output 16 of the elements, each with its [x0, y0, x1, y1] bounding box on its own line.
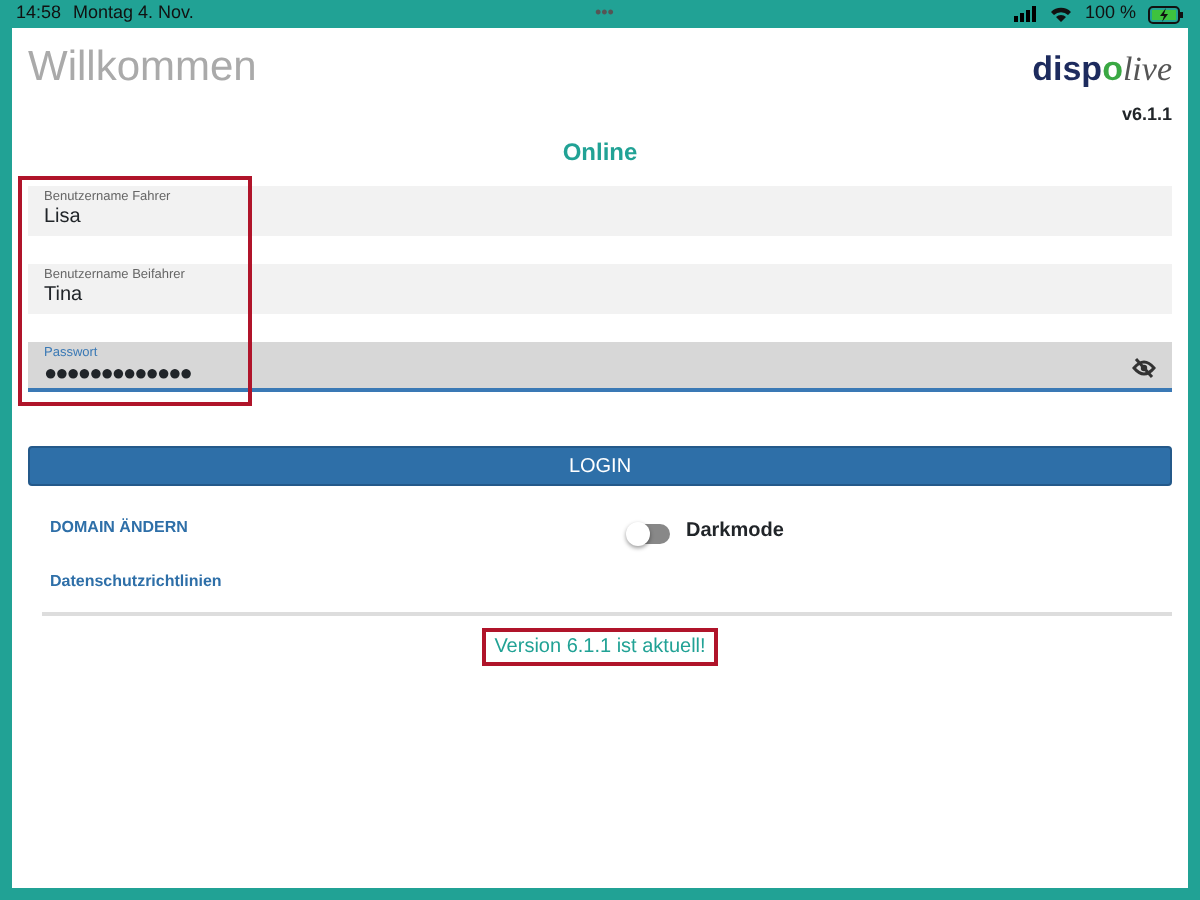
app-version: v6.1.1 — [1121, 102, 1172, 128]
privacy-policy-link[interactable]: Datenschutzrichtlinien — [50, 569, 630, 593]
change-domain-link[interactable]: DOMAIN ÄNDERN — [50, 515, 630, 539]
update-message: Version 6.1.1 ist aktuell! — [482, 627, 718, 665]
wifi-icon — [1050, 6, 1073, 22]
brand-logo: dispolive — [1032, 52, 1172, 86]
battery-percent: 100 % — [1084, 0, 1136, 27]
status-time: 14:58 — [16, 0, 62, 27]
status-date: Montag 4. Nov. — [73, 0, 194, 27]
darkmode-toggle[interactable] — [630, 523, 670, 543]
connection-status: Online — [560, 135, 640, 169]
page-title: Willkommen — [28, 42, 257, 94]
hide-password-icon[interactable] — [1132, 357, 1156, 377]
signal-icon — [1014, 6, 1039, 22]
darkmode-label: Darkmode — [686, 517, 784, 545]
login-button[interactable]: LOGIN — [28, 446, 1172, 486]
